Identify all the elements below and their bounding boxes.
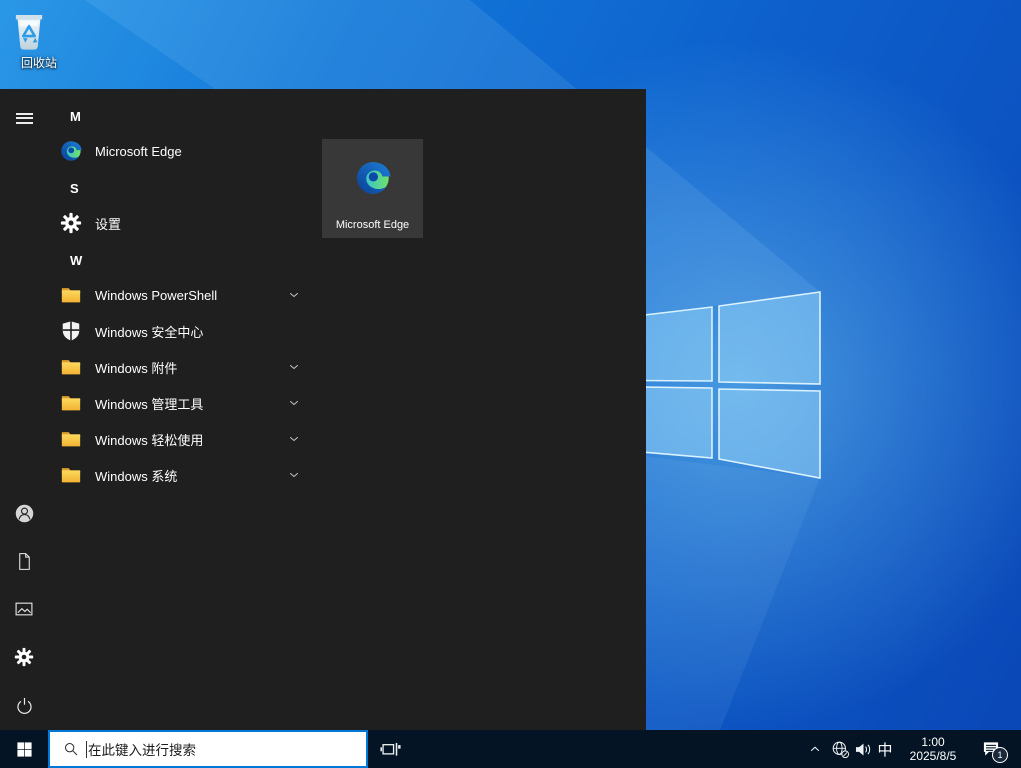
start-menu-item-windows-security[interactable]: Windows 安全中心 [48, 313, 310, 349]
document-icon [15, 552, 34, 571]
edge-icon [60, 140, 82, 162]
text-cursor [86, 741, 87, 758]
desktop: 回收站 M Microsoft Edge S [0, 0, 1021, 768]
task-view-icon [380, 739, 401, 760]
settings-button[interactable] [0, 635, 48, 679]
start-menu-item-microsoft-edge[interactable]: Microsoft Edge [48, 133, 310, 169]
folder-icon [60, 356, 82, 378]
clock-date: 2025/8/5 [910, 749, 957, 763]
recycle-bin-desktop-icon[interactable]: 回收站 [8, 6, 70, 71]
folder-icon [60, 284, 82, 306]
tile-microsoft-edge[interactable]: Microsoft Edge [322, 139, 423, 238]
start-menu-item-windows-accessories[interactable]: Windows 附件 [48, 349, 310, 385]
search-input[interactable]: 在此键入进行搜索 [48, 730, 368, 768]
network-offline-globe-icon [831, 740, 850, 759]
start-menu: M Microsoft Edge S 设置 W Windows PowerShe… [0, 89, 646, 730]
start-button[interactable] [0, 730, 48, 768]
tile-label: Microsoft Edge [322, 219, 423, 231]
start-menu-section-m[interactable]: M [70, 108, 81, 126]
chevron-down-icon[interactable] [288, 361, 300, 373]
folder-icon [60, 464, 82, 486]
chevron-down-icon[interactable] [288, 469, 300, 481]
task-view-button[interactable] [368, 730, 412, 768]
windows-logo-icon [16, 741, 33, 758]
chevron-up-icon [808, 742, 822, 756]
recycle-bin-icon [8, 6, 50, 52]
start-menu-item-settings[interactable]: 设置 [48, 205, 310, 241]
clock-button[interactable]: 1:00 2025/8/5 [901, 730, 965, 768]
chevron-down-icon[interactable] [288, 397, 300, 409]
hamburger-icon [16, 110, 33, 126]
show-hidden-icons-button[interactable] [803, 730, 827, 768]
start-menu-item-windows-admin-tools[interactable]: Windows 管理工具 [48, 385, 310, 421]
start-menu-section-w[interactable]: W [70, 252, 82, 270]
power-button[interactable] [0, 683, 48, 727]
notification-badge: 1 [992, 747, 1008, 763]
shield-icon [60, 320, 82, 342]
folder-icon [60, 428, 82, 450]
documents-button[interactable] [0, 539, 48, 583]
start-menu-item-windows-system[interactable]: Windows 系统 [48, 457, 310, 493]
start-menu-item-windows-powershell[interactable]: Windows PowerShell [48, 277, 310, 313]
start-menu-section-s[interactable]: S [70, 180, 79, 198]
volume-icon [854, 740, 873, 759]
recycle-bin-label: 回收站 [8, 54, 70, 71]
power-icon [15, 696, 34, 715]
start-menu-item-windows-ease-of-access[interactable]: Windows 轻松使用 [48, 421, 310, 457]
ime-indicator-button[interactable]: 中 [874, 730, 896, 768]
search-icon [63, 741, 79, 757]
chevron-down-icon[interactable] [288, 289, 300, 301]
folder-icon [60, 392, 82, 414]
user-account-button[interactable] [0, 491, 48, 535]
gear-icon [60, 212, 82, 234]
volume-button[interactable] [851, 730, 875, 768]
edge-icon [355, 160, 391, 196]
chevron-down-icon[interactable] [288, 433, 300, 445]
pictures-button[interactable] [0, 587, 48, 631]
ime-indicator-label: 中 [877, 739, 892, 760]
pictures-icon [14, 599, 34, 619]
user-icon [14, 503, 35, 524]
hamburger-menu-button[interactable] [0, 96, 48, 140]
search-placeholder: 在此键入进行搜索 [88, 739, 196, 759]
gear-icon [14, 647, 34, 667]
taskbar: 在此键入进行搜索 中 1:00 2025/8/5 1 [0, 730, 1021, 768]
action-center-button[interactable]: 1 [966, 730, 1016, 768]
network-status-button[interactable] [828, 730, 852, 768]
clock-time: 1:00 [921, 735, 944, 749]
